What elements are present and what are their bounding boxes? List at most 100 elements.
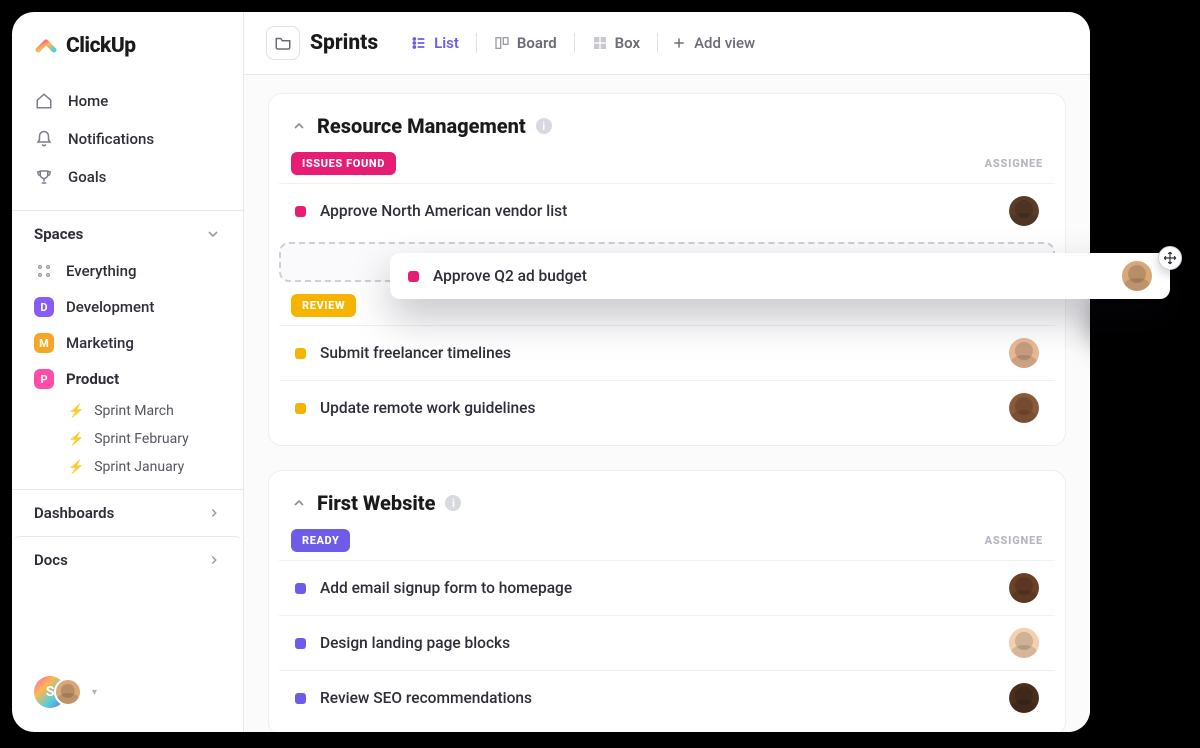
sprint-label: Sprint March [94, 403, 174, 419]
drag-shadow [1092, 300, 1188, 344]
group-header[interactable]: Resource Management i [269, 94, 1065, 148]
task-title: Approve North American vendor list [320, 202, 995, 220]
assignee-avatar[interactable] [1009, 338, 1039, 368]
sprint-item[interactable]: ⚡Sprint January [68, 453, 233, 481]
nav-goals[interactable]: Goals [22, 158, 233, 196]
task-row[interactable]: Design landing page blocks [279, 616, 1055, 671]
sidebar: ClickUp Home Notifications Goals Spaces [12, 12, 244, 732]
brand-logo[interactable]: ClickUp [12, 34, 243, 76]
status-badge[interactable]: ISSUES FOUND [291, 152, 396, 175]
space-label: Product [66, 370, 119, 388]
status-dot [295, 403, 306, 414]
view-tab-board[interactable]: Board [481, 29, 570, 57]
status-badge[interactable]: READY [291, 529, 350, 552]
sprint-icon: ⚡ [68, 432, 84, 447]
nav-label: Docs [34, 551, 68, 569]
plus-icon [672, 36, 686, 50]
sprint-item[interactable]: ⚡ Sprint March [68, 397, 233, 425]
space-letter-badge: P [34, 369, 54, 389]
task-list: Add email signup form to homepage Design… [269, 560, 1065, 725]
group-title: First Website [317, 491, 435, 515]
chevron-up-icon[interactable] [291, 118, 307, 134]
task-row[interactable]: Approve North American vendor list [279, 183, 1055, 238]
task-title: Submit freelancer timelines [320, 344, 995, 362]
topbar: Sprints List Board Box [244, 12, 1090, 75]
sprint-list: ⚡ Sprint March ⚡Sprint February ⚡Sprint J… [22, 397, 233, 481]
spaces-header[interactable]: Spaces [12, 210, 243, 251]
task-row[interactable]: Review SEO recommendations [279, 671, 1055, 725]
user-avatar-stack: S [34, 676, 82, 708]
nav-label: Notifications [68, 130, 154, 148]
task-row[interactable]: Update remote work guidelines [279, 381, 1055, 435]
assignee-column-header: ASSIGNEE [985, 534, 1043, 547]
user-menu[interactable]: S ▾ [12, 666, 243, 718]
view-tab-label: List [434, 34, 459, 52]
add-view-button[interactable]: Add view [662, 29, 765, 57]
assignee-avatar[interactable] [1009, 628, 1039, 658]
group-title: Resource Management [317, 114, 526, 138]
chevron-down-icon [205, 226, 221, 242]
move-cursor-icon [1158, 246, 1182, 270]
nav-home[interactable]: Home [22, 82, 233, 120]
assignee-avatar[interactable] [1009, 196, 1039, 226]
bottom-nav: Dashboards Docs [12, 489, 243, 583]
view-tab-list[interactable]: List [398, 29, 472, 57]
sprint-icon: ⚡ [68, 404, 84, 419]
nav-label: Goals [68, 168, 106, 186]
logo-icon [34, 34, 58, 58]
view-tab-label: Board [517, 34, 557, 52]
nav-label: Dashboards [34, 504, 114, 522]
chevron-right-icon [207, 506, 221, 520]
space-letter-badge: D [34, 297, 54, 317]
main-area: Sprints List Board Box [244, 12, 1090, 732]
list-icon [411, 35, 427, 51]
view-tabs: List Board Box Add view [398, 29, 765, 57]
space-label: Marketing [66, 334, 134, 352]
divider [657, 33, 658, 53]
chevron-up-icon[interactable] [291, 495, 307, 511]
view-tab-label: Box [615, 34, 640, 52]
task-group: First Website i READY ASSIGNEE Add email… [268, 470, 1066, 732]
info-icon[interactable]: i [536, 118, 552, 134]
status-badge[interactable]: REVIEW [291, 294, 356, 317]
space-everything[interactable]: Everything [22, 253, 233, 289]
task-title: Add email signup form to homepage [320, 579, 995, 597]
nav-dashboards[interactable]: Dashboards [12, 490, 243, 536]
info-icon[interactable]: i [445, 495, 461, 511]
folder-icon[interactable] [266, 26, 300, 60]
add-view-label: Add view [694, 34, 755, 52]
dragging-task-card[interactable]: Approve Q2 ad budget [390, 253, 1170, 299]
task-row[interactable]: Submit freelancer timelines [279, 325, 1055, 381]
nav-notifications[interactable]: Notifications [22, 120, 233, 158]
caret-down-icon: ▾ [92, 687, 97, 698]
content-scroll[interactable]: Resource Management i ISSUES FOUND ASSIG… [244, 75, 1090, 732]
sprint-item[interactable]: ⚡Sprint February [68, 425, 233, 453]
task-list: Submit freelancer timelines Update remot… [269, 325, 1065, 435]
task-row[interactable]: Add email signup form to homepage [279, 560, 1055, 616]
assignee-avatar[interactable] [1009, 573, 1039, 603]
group-header[interactable]: First Website i [269, 471, 1065, 525]
status-dot [295, 583, 306, 594]
task-title: Design landing page blocks [320, 634, 995, 652]
space-marketing[interactable]: M Marketing [22, 325, 233, 361]
divider [476, 33, 477, 53]
space-product[interactable]: P Product [22, 361, 233, 397]
assignee-avatar[interactable] [1122, 261, 1152, 291]
space-letter-badge: M [34, 333, 54, 353]
divider [574, 33, 575, 53]
view-tab-box[interactable]: Box [579, 29, 653, 57]
status-dot [295, 693, 306, 704]
user-avatar-photo [54, 678, 82, 706]
assignee-avatar[interactable] [1009, 393, 1039, 423]
primary-nav: Home Notifications Goals [12, 76, 243, 202]
task-title: Update remote work guidelines [320, 399, 995, 417]
status-header-row: READY ASSIGNEE [269, 525, 1065, 560]
board-icon [494, 35, 510, 51]
assignee-avatar[interactable] [1009, 683, 1039, 713]
nav-docs[interactable]: Docs [12, 536, 243, 583]
app-window: ClickUp Home Notifications Goals Spaces [12, 12, 1090, 732]
chevron-right-icon [207, 553, 221, 567]
brand-name: ClickUp [66, 34, 136, 58]
status-dot [295, 638, 306, 649]
space-development[interactable]: D Development [22, 289, 233, 325]
